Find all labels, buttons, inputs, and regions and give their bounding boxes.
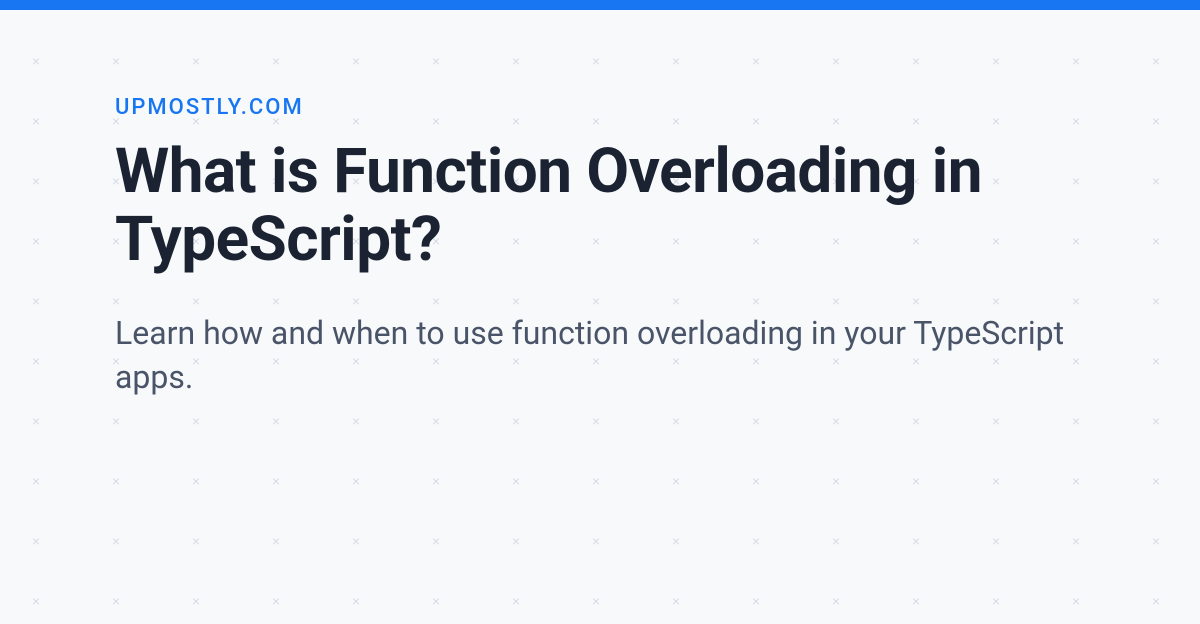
site-name: UPMOSTLY.COM [115, 95, 1090, 120]
article-subtitle: Learn how and when to use function overl… [115, 312, 1075, 398]
content-container: UPMOSTLY.COM What is Function Overloadin… [0, 10, 1200, 399]
top-accent-bar [0, 0, 1200, 10]
article-title: What is Function Overloading in TypeScri… [115, 138, 1090, 274]
